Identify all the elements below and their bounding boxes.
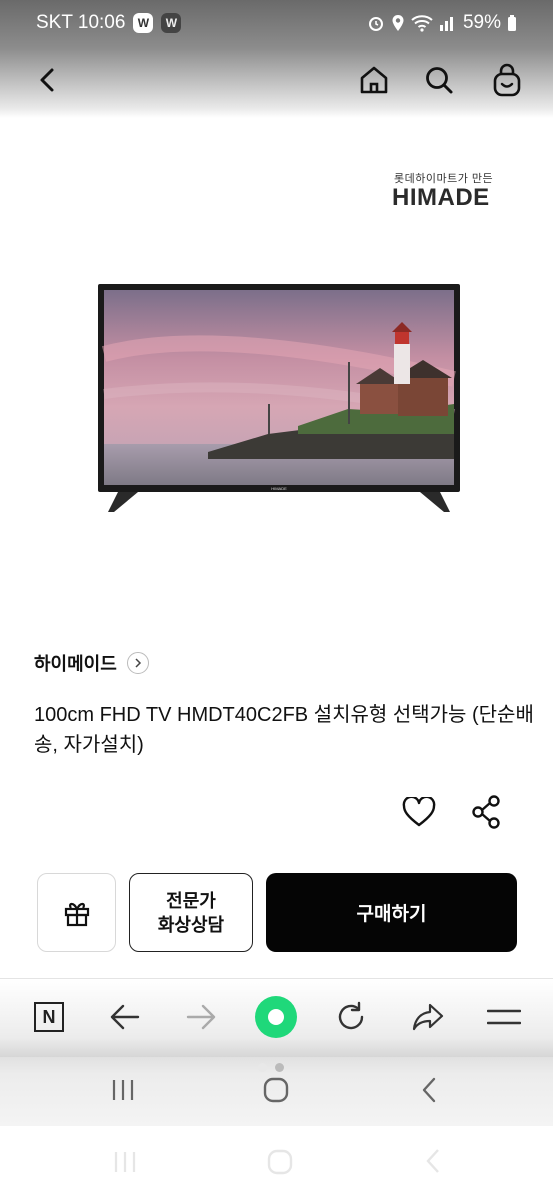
gift-button[interactable] — [37, 873, 116, 952]
product-image: HIMADE — [98, 284, 462, 516]
search-icon — [426, 67, 453, 94]
notification-badge-2: W — [161, 13, 182, 33]
carrier-time: SKT 10:06 — [36, 12, 126, 33]
battery-level: 59% — [462, 12, 501, 33]
arrow-left-icon — [110, 1004, 140, 1030]
home-circle-icon — [263, 1077, 289, 1103]
status-right: 59% — [367, 12, 517, 34]
browser-share-button[interactable] — [405, 994, 451, 1040]
forward-share-icon — [412, 1003, 444, 1031]
status-left: SKT 10:06 W W — [36, 12, 182, 34]
brand-link[interactable]: 하이메이드 — [34, 650, 149, 676]
notification-badge: W — [133, 13, 154, 33]
share-icon — [472, 795, 500, 829]
menu-button[interactable] — [481, 994, 527, 1040]
battery-icon — [508, 15, 516, 31]
recent-apps-icon — [112, 1080, 134, 1100]
chevron-right-icon — [126, 652, 149, 674]
home-nav-button[interactable] — [251, 1067, 301, 1113]
share-button[interactable] — [466, 792, 506, 832]
app-header — [0, 48, 553, 118]
menu-icon — [487, 1009, 521, 1025]
refresh-button[interactable] — [328, 994, 374, 1040]
tv-illustration: HIMADE — [98, 284, 460, 512]
location-icon — [392, 15, 404, 31]
ghost-nav-strip — [0, 1126, 553, 1200]
browser-forward-button[interactable] — [178, 994, 224, 1040]
signal-icon — [439, 17, 453, 31]
back-arrow-icon — [40, 68, 54, 92]
refresh-icon — [338, 1001, 364, 1030]
green-dot-icon — [255, 996, 297, 1038]
product-title: 100cm FHD TV HMDT40C2FB 설치유형 선택가능 (단순배송,… — [34, 704, 534, 756]
brand-name: 하이메이드 — [34, 654, 117, 674]
naver-green-dot-button[interactable] — [253, 994, 299, 1040]
status-bar: SKT 10:06 W W 59% — [0, 0, 553, 48]
tab-button[interactable]: N — [26, 994, 72, 1040]
arrow-right-icon — [186, 1004, 216, 1030]
tab-label: N — [42, 1006, 56, 1027]
shopping-bag-icon — [493, 63, 521, 97]
recent-apps-button[interactable] — [98, 1067, 148, 1113]
wishlist-button[interactable] — [399, 792, 439, 832]
search-button[interactable] — [417, 58, 461, 102]
wifi-icon — [411, 15, 433, 32]
back-button[interactable] — [26, 58, 70, 102]
tv-brand-label: HIMADE — [271, 486, 287, 491]
home-button[interactable] — [352, 58, 396, 102]
browser-toolbar: N — [0, 979, 553, 1057]
buy-button[interactable]: 구매하기 — [266, 873, 517, 952]
heart-icon — [402, 797, 436, 827]
system-nav-buttons — [0, 1057, 553, 1125]
video-consult-button[interactable]: 전문가 화상상담 — [129, 873, 253, 952]
home-ghost-icon — [267, 1149, 293, 1175]
consult-label-line1: 전문가 — [166, 890, 216, 911]
gift-icon — [64, 902, 89, 926]
chevron-left-icon — [422, 1077, 436, 1103]
browser-back-button[interactable] — [102, 994, 148, 1040]
alarm-icon — [368, 17, 383, 31]
back-ghost-icon — [426, 1149, 439, 1173]
brand-logo: HIMADE — [392, 184, 490, 211]
back-nav-button[interactable] — [404, 1067, 454, 1113]
cart-button[interactable] — [485, 58, 529, 102]
consult-label-line2: 화상상담 — [157, 914, 225, 935]
home-icon — [360, 66, 388, 94]
recent-apps-ghost-icon — [114, 1152, 136, 1172]
